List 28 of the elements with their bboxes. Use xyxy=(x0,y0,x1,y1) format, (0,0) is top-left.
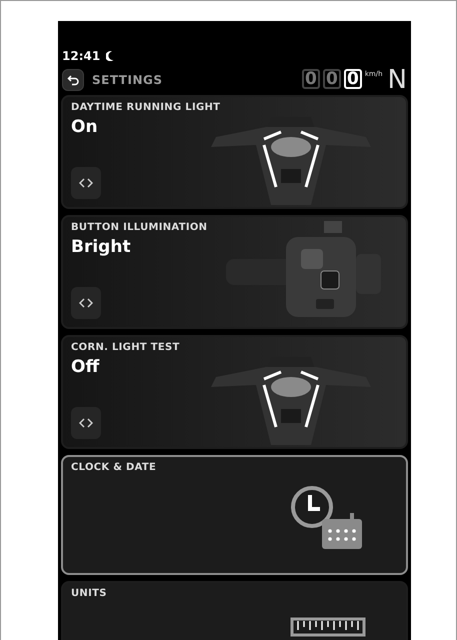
setting-value: Off xyxy=(71,357,100,377)
setting-value: Bright xyxy=(71,237,131,257)
ruler-icon xyxy=(290,617,366,637)
setting-title: CORN. LIGHT TEST xyxy=(71,342,180,353)
clock-time: 12:41 xyxy=(62,49,100,63)
back-button[interactable] xyxy=(62,69,84,91)
setting-card[interactable]: CORN. LIGHT TEST Off xyxy=(61,335,408,449)
back-arrow-icon xyxy=(67,74,79,86)
setting-card[interactable]: DAYTIME RUNNING LIGHT On xyxy=(61,95,408,209)
toggle-button[interactable] xyxy=(71,287,101,319)
setting-value: On xyxy=(71,117,98,137)
speed-digit: 0 xyxy=(302,69,320,89)
setting-title: UNITS xyxy=(71,588,107,599)
left-right-chevrons-icon xyxy=(79,418,93,428)
setting-title: DAYTIME RUNNING LIGHT xyxy=(71,102,220,113)
gear-indicator: N xyxy=(388,69,407,91)
left-right-chevrons-icon xyxy=(79,298,93,308)
speed-digit: 0 xyxy=(344,69,362,89)
speed-digit: 0 xyxy=(322,69,341,89)
setting-card[interactable]: CLOCK & DATE xyxy=(61,455,408,575)
setting-title: CLOCK & DATE xyxy=(71,462,156,473)
setting-card[interactable]: UNITS xyxy=(61,581,408,640)
toggle-button[interactable] xyxy=(71,407,101,439)
setting-title: BUTTON ILLUMINATION xyxy=(71,222,208,233)
left-right-chevrons-icon xyxy=(79,178,93,188)
setting-card[interactable]: BUTTON ILLUMINATION Bright xyxy=(61,215,408,329)
page-title: SETTINGS xyxy=(92,73,162,87)
toggle-button[interactable] xyxy=(71,167,101,199)
